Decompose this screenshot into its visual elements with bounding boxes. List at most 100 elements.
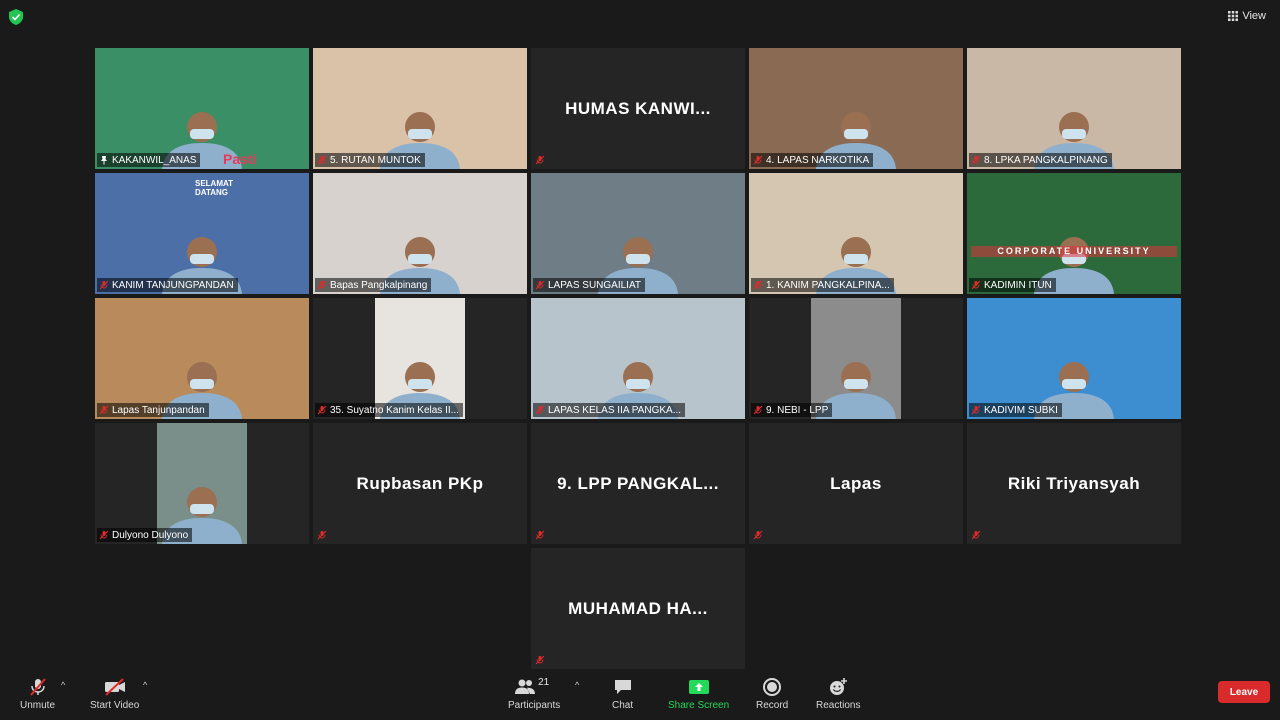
participant-name-label	[533, 528, 549, 542]
participant-video	[531, 298, 745, 419]
reactions-button[interactable]: Reactions	[816, 676, 860, 711]
participant-display-name: Rupbasan PKp	[356, 473, 484, 493]
participant-name: 1. KANIM PANGKALPINA...	[766, 279, 890, 291]
participant-display-name: HUMAS KANWI...	[565, 98, 711, 118]
security-shield-icon[interactable]	[9, 9, 23, 25]
participant-tile[interactable]: Dulyono Dulyono	[95, 423, 309, 544]
participant-tile[interactable]: 4. LAPAS NARKOTIKA	[749, 48, 963, 169]
muted-mic-icon	[753, 155, 763, 165]
participants-label: Participants	[508, 700, 561, 711]
audio-options-caret[interactable]: ^	[61, 680, 65, 690]
participant-tile[interactable]: 8. LPKA PANGKALPINANG	[967, 48, 1181, 169]
participant-name: 4. LAPAS NARKOTIKA	[766, 154, 870, 166]
participant-tile[interactable]: Riki Triyansyah	[967, 423, 1181, 544]
muted-mic-icon	[99, 280, 109, 290]
corporate-university-sign: CORPORATE UNIVERSITY	[971, 246, 1177, 257]
muted-mic-icon	[535, 530, 545, 540]
participant-video	[95, 48, 309, 169]
participant-display-name: 9. LPP PANGKAL...	[557, 473, 719, 493]
participant-display-name: Riki Triyansyah	[1007, 473, 1141, 493]
participant-tile[interactable]: 9. NEBI - LPP	[749, 298, 963, 419]
muted-mic-icon	[535, 655, 545, 665]
muted-mic-icon	[317, 530, 327, 540]
participant-name-label: Lapas Tanjunpandan	[97, 403, 209, 417]
view-button[interactable]: View	[1228, 8, 1266, 24]
datang-text: DATANG	[195, 188, 229, 197]
participant-video	[313, 173, 527, 294]
participant-name-label: KAKANWIL_ANAS	[97, 153, 201, 167]
chat-button[interactable]: Chat	[612, 676, 633, 711]
chat-bubble-icon	[614, 680, 631, 694]
muted-mic-icon	[535, 405, 545, 415]
participant-tile[interactable]: Lapas Tanjunpandan	[95, 298, 309, 419]
participant-tile[interactable]: 5. RUTAN MUNTOK	[313, 48, 527, 169]
participant-name-label: 1. KANIM PANGKALPINA...	[751, 278, 894, 292]
share-screen-label: Share Screen	[668, 700, 730, 711]
participants-button[interactable]: 21 Participants	[508, 676, 560, 711]
leave-button[interactable]: Leave	[1218, 681, 1270, 703]
microphone-muted-icon	[29, 678, 46, 696]
participant-name: 5. RUTAN MUNTOK	[330, 154, 421, 166]
participant-name-label: 9. NEBI - LPP	[751, 403, 833, 417]
start-video-button[interactable]: Start Video	[90, 676, 139, 711]
zoom-meeting-window: View Pasti KAKANWIL_ANAS 5. RUTAN MUNTOK HU…	[0, 0, 1280, 720]
participant-name: 9. NEBI - LPP	[766, 404, 829, 416]
welcome-banner-text: SELAMAT DATANG	[195, 179, 233, 197]
participant-video	[967, 48, 1181, 169]
participant-name: LAPAS SUNGAILIAT	[548, 279, 641, 291]
participant-name-label: 8. LPKA PANGKALPINANG	[969, 153, 1112, 167]
participant-display-name: Lapas	[830, 473, 882, 493]
participant-name: KANIM TANJUNGPANDAN	[112, 279, 234, 291]
participant-name: KAKANWIL_ANAS	[112, 154, 197, 166]
participant-tile[interactable]: 1. KANIM PANGKALPINA...	[749, 173, 963, 294]
participant-name-label: 4. LAPAS NARKOTIKA	[751, 153, 874, 167]
participant-tile[interactable]: 9. LPP PANGKAL...	[531, 423, 745, 544]
participant-tile[interactable]: SELAMAT DATANG KANIM TANJUNGPANDAN	[95, 173, 309, 294]
participant-tile[interactable]: Lapas	[749, 423, 963, 544]
participant-video	[967, 173, 1181, 294]
record-icon	[763, 678, 782, 696]
record-button[interactable]: Record	[756, 676, 788, 711]
view-label: View	[1242, 10, 1266, 22]
reactions-smiley-icon	[830, 678, 848, 695]
participants-options-caret[interactable]: ^	[575, 680, 579, 690]
participant-name-label: KADIMIN ITUN	[969, 278, 1056, 292]
share-screen-button[interactable]: Share Screen	[668, 676, 729, 711]
participant-tile[interactable]: Bapas Pangkalpinang	[313, 173, 527, 294]
participant-tile[interactable]: 35. Suyatno Kanim Kelas II...	[313, 298, 527, 419]
participant-name-label: 5. RUTAN MUNTOK	[315, 153, 425, 167]
participant-video	[157, 423, 247, 544]
participant-name-label: 35. Suyatno Kanim Kelas II...	[315, 403, 463, 417]
share-screen-icon	[688, 680, 709, 694]
muted-mic-icon	[535, 280, 545, 290]
participant-name: Dulyono Dulyono	[112, 529, 189, 541]
participant-name-label: Dulyono Dulyono	[97, 528, 193, 542]
muted-mic-icon	[753, 405, 763, 415]
participant-tile[interactable]: KADIVIM SUBKI	[967, 298, 1181, 419]
participant-name-label: KANIM TANJUNGPANDAN	[97, 278, 238, 292]
participant-tile[interactable]: MUHAMAD HA...	[531, 548, 745, 669]
participant-video	[531, 173, 745, 294]
grid-view-icon	[1228, 11, 1239, 21]
participant-video	[95, 298, 309, 419]
selamat-text: SELAMAT	[195, 179, 234, 188]
participant-tile[interactable]: LAPAS SUNGAILIAT	[531, 173, 745, 294]
participant-display-name: MUHAMAD HA...	[568, 598, 708, 618]
participant-name: 35. Suyatno Kanim Kelas II...	[330, 404, 459, 416]
participant-tile[interactable]: LAPAS KELAS IIA PANGKA...	[531, 298, 745, 419]
participant-name: KADIMIN ITUN	[984, 279, 1052, 291]
video-options-caret[interactable]: ^	[143, 680, 147, 690]
participant-tile[interactable]: HUMAS KANWI...	[531, 48, 745, 169]
participant-name: KADIVIM SUBKI	[984, 404, 1058, 416]
muted-mic-icon	[99, 405, 109, 415]
participant-name: LAPAS KELAS IIA PANGKA...	[548, 404, 682, 416]
muted-mic-icon	[99, 530, 109, 540]
participant-name-label	[533, 653, 549, 667]
participant-tile[interactable]: Rupbasan PKp	[313, 423, 527, 544]
participant-tile[interactable]: CORPORATE UNIVERSITY KADIMIN ITUN	[967, 173, 1181, 294]
unmute-button[interactable]: Unmute	[20, 676, 55, 711]
chat-label: Chat	[612, 700, 634, 711]
participant-name: 8. LPKA PANGKALPINANG	[984, 154, 1108, 166]
participant-tile[interactable]: Pasti KAKANWIL_ANAS	[95, 48, 309, 169]
reactions-label: Reactions	[816, 700, 861, 711]
